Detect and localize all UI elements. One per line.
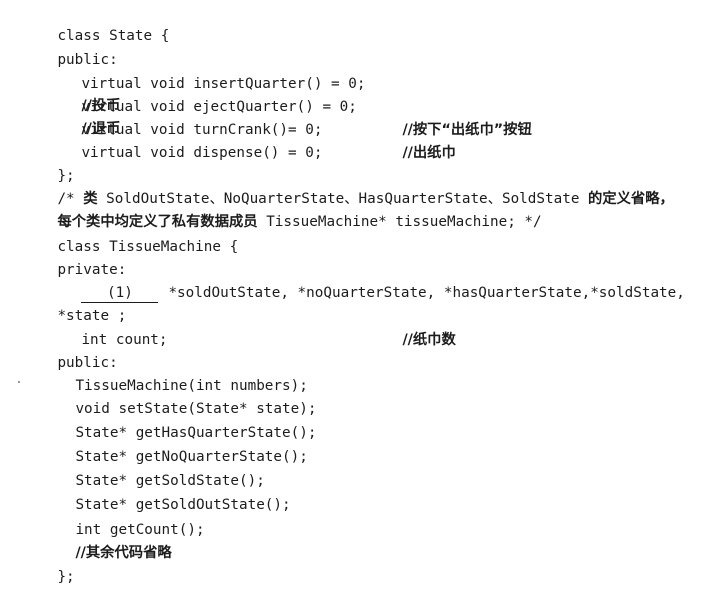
code-line-4: virtual void ejectQuarter() = 0; //退币 xyxy=(47,74,356,137)
code-line-11: private: xyxy=(23,237,126,278)
code-line-23: //其余代码省略 xyxy=(41,520,171,561)
code-listing: class State { public: virtual void inser… xyxy=(0,0,706,585)
code-line-6: virtual void dispense() = 0; xyxy=(47,120,322,161)
code-line-9: 每个类中均定义了私有数据成员 TissueMachine* tissueMach… xyxy=(23,189,541,230)
code-text: TissueMachine* tissueMachine; */ xyxy=(257,214,542,230)
code-line-15: public: xyxy=(23,330,117,371)
code-line-10: class TissueMachine { xyxy=(23,214,238,255)
code-line-16: TissueMachine(int numbers); xyxy=(41,353,307,394)
code-line-5: virtual void turnCrank()= 0; xyxy=(47,97,322,138)
code-line-14: int count; xyxy=(47,307,167,348)
code-line-14-comment: //纸巾数 xyxy=(368,307,455,348)
code-comment: //其余代码省略 xyxy=(75,545,172,561)
code-line-1: class State { xyxy=(23,3,169,44)
code-line-6-comment: //出纸巾 xyxy=(368,120,455,161)
code-text: *soldOutState, *noQuarterState, *hasQuar… xyxy=(168,285,685,301)
code-line-21: State* getSoldOutState(); xyxy=(41,472,290,513)
code-line-19: State* getNoQuarterState(); xyxy=(41,424,307,465)
code-line-8: /* 类 SoldOutState、NoQuarterState、HasQuar… xyxy=(23,166,673,207)
code-line-2: public: xyxy=(23,27,117,68)
code-line-18: State* getHasQuarterState(); xyxy=(41,400,316,441)
code-line-22: int getCount(); xyxy=(41,497,204,538)
code-line-3: virtual void insertQuarter() = 0; //投币 xyxy=(47,51,365,114)
code-line-12: (1) *soldOutState, *noQuarterState, *hasQ… xyxy=(47,260,685,303)
code-comment: //纸巾数 xyxy=(402,332,456,348)
code-line-5-comment: //按下“出纸巾”按钮 xyxy=(368,97,531,138)
code-line-20: State* getSoldState(); xyxy=(41,448,264,489)
code-comment: //出纸巾 xyxy=(402,145,456,161)
code-line-7: }; xyxy=(23,143,74,184)
code-text: virtual void dispense() = 0; xyxy=(81,145,323,161)
code-line-24: }; xyxy=(23,544,74,585)
scan-speck xyxy=(18,381,20,383)
code-line-17: void setState(State* state); xyxy=(41,376,316,417)
code-text-zh: 的定义省略， xyxy=(588,191,674,207)
code-text: }; xyxy=(57,569,75,585)
code-line-13: *state ; xyxy=(23,283,126,324)
